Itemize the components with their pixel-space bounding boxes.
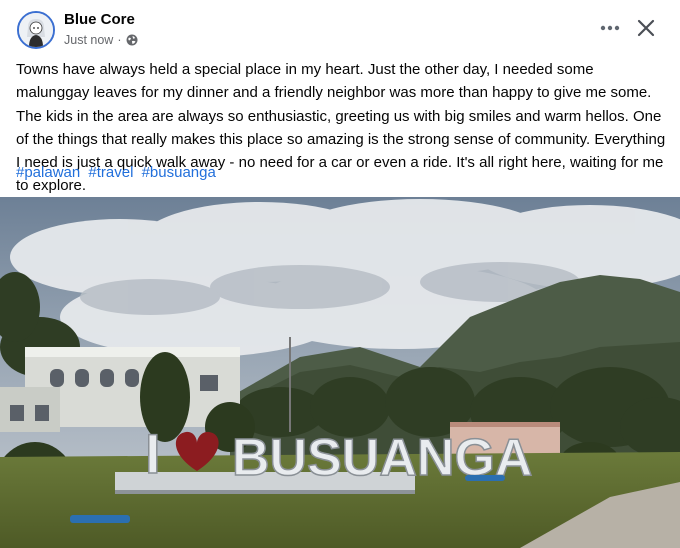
- close-button[interactable]: [630, 12, 662, 44]
- post-header: Blue Core Just now ·: [0, 0, 680, 56]
- close-icon: [637, 19, 655, 37]
- post-photo[interactable]: I BUSUANGA: [0, 197, 680, 548]
- post-meta: Just now ·: [64, 33, 138, 47]
- hashtag-list: #palawan #travel #busuanga: [16, 164, 220, 181]
- sign-letter-i: I: [145, 422, 161, 485]
- globe-icon[interactable]: [126, 34, 138, 46]
- avatar[interactable]: [17, 11, 55, 49]
- more-options-icon: [600, 25, 620, 31]
- hashtag-travel[interactable]: #travel: [88, 164, 133, 181]
- hashtag-busuanga[interactable]: #busuanga: [142, 164, 216, 181]
- author-name[interactable]: Blue Core: [64, 11, 135, 28]
- hashtag-palawan[interactable]: #palawan: [16, 164, 80, 181]
- busuanga-landscape-photo: I BUSUANGA: [0, 197, 680, 548]
- meta-separator: ·: [117, 33, 122, 47]
- more-options-button[interactable]: [594, 14, 626, 42]
- avatar-illustration-icon: [19, 13, 53, 47]
- timestamp[interactable]: Just now: [64, 33, 113, 47]
